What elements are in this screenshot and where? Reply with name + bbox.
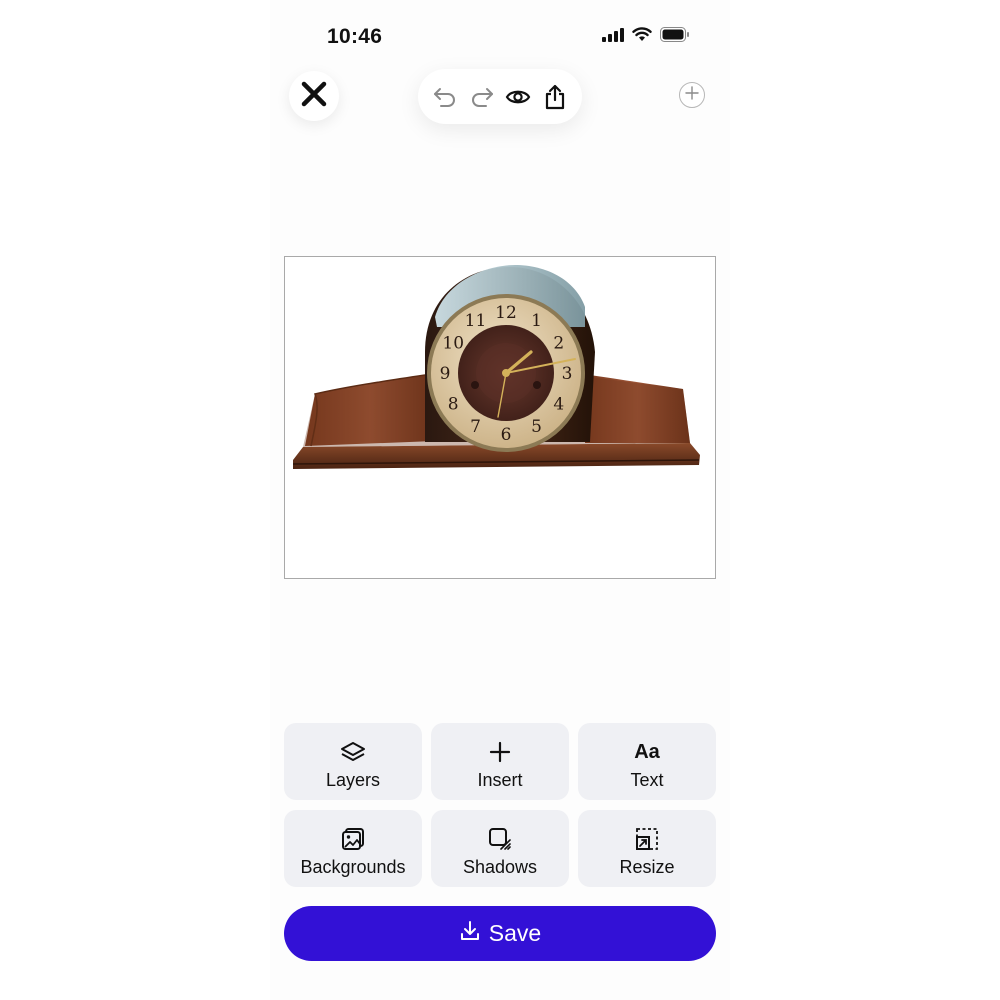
- plus-icon: [685, 85, 699, 105]
- layers-label: Layers: [325, 770, 381, 790]
- clock-numeral: 9: [440, 364, 451, 384]
- status-icons: [602, 27, 690, 47]
- layers-tool-button[interactable]: Layers: [284, 723, 422, 800]
- backgrounds-icon: [339, 825, 367, 853]
- preview-eye-icon[interactable]: [503, 82, 533, 112]
- cellular-signal-icon: [602, 27, 624, 47]
- insert-tool-button[interactable]: Insert: [431, 723, 569, 800]
- clock-numeral: 1: [531, 311, 542, 331]
- redo-icon[interactable]: [467, 82, 497, 112]
- design-canvas[interactable]: 12 1 2 3 4 5 6 7 8 9 10 11: [284, 256, 716, 579]
- editor-screen: 10:46 12 1 2 3 4 5 6 7 8 9 10 11 Layers …: [270, 0, 730, 1000]
- save-label: Save: [488, 920, 542, 946]
- status-time: 10:46: [327, 25, 383, 48]
- add-page-button[interactable]: [679, 82, 705, 108]
- clock-numeral: 6: [501, 425, 512, 445]
- close-button[interactable]: [289, 71, 339, 121]
- shadows-tool-button[interactable]: Shadows: [431, 810, 569, 887]
- text-aa-glyph: Aa: [634, 740, 660, 763]
- undo-icon[interactable]: [430, 82, 460, 112]
- layers-icon: [339, 738, 367, 766]
- battery-icon: [660, 27, 690, 47]
- plus-icon: [486, 738, 514, 766]
- close-icon: [301, 81, 327, 112]
- clock-numeral: 4: [553, 395, 564, 415]
- text-label: Text: [630, 770, 664, 790]
- clock-numeral: 3: [562, 364, 573, 384]
- share-icon[interactable]: [540, 82, 570, 112]
- text-aa-icon: Aa: [633, 738, 661, 766]
- shadows-icon: [486, 825, 514, 853]
- wifi-icon: [632, 27, 652, 47]
- resize-label: Resize: [619, 857, 675, 877]
- mantel-clock-image[interactable]: 12 12 3 45678 9 1011: [285, 257, 717, 580]
- backgrounds-tool-button[interactable]: Backgrounds: [284, 810, 422, 887]
- resize-icon: [633, 825, 661, 853]
- edit-actions-toolbar: [418, 69, 582, 124]
- shadows-label: Shadows: [462, 857, 538, 877]
- clock-numeral: 8: [448, 395, 459, 415]
- backgrounds-label: Backgrounds: [300, 857, 406, 877]
- save-button[interactable]: Save: [284, 906, 716, 961]
- text-tool-button[interactable]: Aa Text: [578, 723, 716, 800]
- clock-numeral: 2: [553, 334, 564, 354]
- download-icon: [459, 920, 481, 947]
- clock-numeral: 11: [465, 311, 487, 331]
- clock-numeral: 5: [531, 417, 542, 437]
- resize-tool-button[interactable]: Resize: [578, 810, 716, 887]
- clock-numeral: 7: [470, 417, 481, 437]
- clock-numeral: 10: [442, 334, 464, 354]
- clock-numeral: 12: [495, 303, 517, 323]
- insert-label: Insert: [477, 770, 523, 790]
